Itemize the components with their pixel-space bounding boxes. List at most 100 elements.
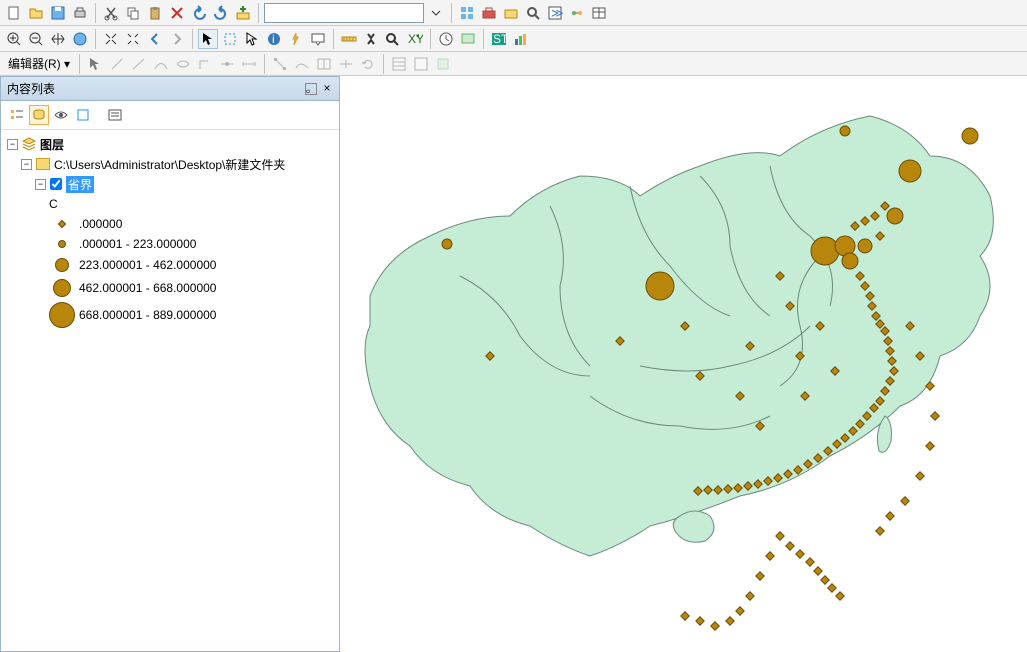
find-route-icon[interactable] — [383, 29, 403, 49]
end-point-arc-icon[interactable] — [151, 54, 171, 74]
sketch-properties-icon[interactable] — [411, 54, 431, 74]
create-features-icon[interactable] — [433, 54, 453, 74]
circle-symbol-icon — [58, 240, 66, 248]
fixed-zoom-out-icon[interactable] — [123, 29, 143, 49]
expander-icon[interactable]: − — [21, 159, 32, 170]
editor-menu[interactable]: 编辑器(R) ▾ — [4, 55, 74, 72]
tree-folder[interactable]: − C:\Users\Administrator\Desktop\新建文件夹 — [7, 154, 333, 174]
straight-segment-icon[interactable] — [129, 54, 149, 74]
circle-symbol-icon — [53, 279, 71, 297]
map-canvas[interactable] — [340, 76, 1027, 652]
field-label: C — [49, 197, 58, 211]
scale-dropdown-arrow-icon[interactable] — [426, 3, 446, 23]
folder-icon — [36, 158, 50, 170]
expander-icon[interactable]: − — [35, 179, 46, 190]
legend-item: 462.000001 - 668.000000 — [7, 276, 333, 300]
reshape-icon[interactable] — [292, 54, 312, 74]
layers-icon — [22, 137, 36, 151]
fixed-zoom-in-icon[interactable] — [101, 29, 121, 49]
measure-icon[interactable] — [339, 29, 359, 49]
attributes-icon[interactable] — [389, 54, 409, 74]
cut-icon[interactable] — [101, 3, 121, 23]
zoom-in-icon[interactable] — [4, 29, 24, 49]
create-viewer-icon[interactable] — [458, 29, 478, 49]
trace-icon[interactable] — [173, 54, 193, 74]
layer-tree: − 图层 − C:\Users\Administrator\Desktop\新建… — [1, 130, 339, 334]
save-icon[interactable] — [48, 3, 68, 23]
redo-icon[interactable] — [211, 3, 231, 23]
rotate-icon[interactable] — [358, 54, 378, 74]
cut-polygons-icon[interactable] — [314, 54, 334, 74]
toc-title-text: 内容列表 — [7, 80, 55, 97]
midpoint-icon[interactable] — [217, 54, 237, 74]
python-icon[interactable]: ≫ — [545, 3, 565, 23]
full-extent-icon[interactable] — [70, 29, 90, 49]
diamond-symbol-icon — [58, 220, 66, 228]
split-icon[interactable] — [336, 54, 356, 74]
next-extent-icon[interactable] — [167, 29, 187, 49]
toolbox-icon[interactable] — [479, 3, 499, 23]
map-view[interactable] — [340, 76, 1027, 652]
list-by-drawing-order-icon[interactable] — [7, 105, 27, 125]
edit-vertices-icon[interactable] — [270, 54, 290, 74]
layer-visibility-checkbox[interactable] — [50, 178, 62, 190]
distance-icon[interactable] — [239, 54, 259, 74]
legend-label: 668.000001 - 889.000000 — [79, 308, 216, 322]
time-slider-icon[interactable] — [436, 29, 456, 49]
toc-titlebar: 内容列表 ▫ × — [1, 77, 339, 101]
toc-panel: 内容列表 ▫ × − 图层 − C:\Users\Administrato — [0, 76, 340, 652]
open-icon[interactable] — [26, 3, 46, 23]
undo-icon[interactable] — [189, 3, 209, 23]
tree-root[interactable]: − 图层 — [7, 134, 333, 154]
folder-path: C:\Users\Administrator\Desktop\新建文件夹 — [54, 156, 285, 173]
svg-text:ST: ST — [493, 32, 507, 46]
copy-icon[interactable] — [123, 3, 143, 23]
select-elements-icon[interactable] — [242, 29, 262, 49]
root-label: 图层 — [40, 136, 64, 153]
html-popup-icon[interactable] — [308, 29, 328, 49]
search-icon[interactable] — [523, 3, 543, 23]
legend-item: 668.000001 - 889.000000 — [7, 300, 333, 330]
legend-label: 223.000001 - 462.000000 — [79, 258, 216, 272]
delete-icon[interactable] — [167, 3, 187, 23]
legend-item: .000000 — [7, 214, 333, 234]
pin-icon[interactable]: ▫ — [305, 83, 317, 95]
svg-text:XY: XY — [408, 32, 423, 46]
add-data-icon[interactable] — [233, 3, 253, 23]
scale-dropdown[interactable] — [264, 3, 424, 23]
list-by-visibility-icon[interactable] — [51, 105, 71, 125]
edit-annotation-icon[interactable] — [107, 54, 127, 74]
paste-icon[interactable] — [145, 3, 165, 23]
table-icon[interactable] — [589, 3, 609, 23]
print-icon[interactable] — [70, 3, 90, 23]
prev-extent-icon[interactable] — [145, 29, 165, 49]
right-angle-icon[interactable] — [195, 54, 215, 74]
catalog-icon[interactable] — [501, 3, 521, 23]
editor-toolbar-icon[interactable] — [457, 3, 477, 23]
tree-layer[interactable]: − 省界 — [7, 174, 333, 194]
layer-name[interactable]: 省界 — [66, 176, 94, 193]
main-toolbar: ≫ — [0, 0, 1027, 26]
pan-icon[interactable] — [48, 29, 68, 49]
go-to-xy-icon[interactable]: XY — [405, 29, 425, 49]
zoom-out-icon[interactable] — [26, 29, 46, 49]
options-icon[interactable] — [105, 105, 125, 125]
circle-symbol-icon — [55, 258, 69, 272]
list-by-source-icon[interactable] — [29, 105, 49, 125]
chart-icon[interactable] — [511, 29, 531, 49]
edit-tool-icon[interactable] — [85, 54, 105, 74]
identify-icon[interactable]: i — [264, 29, 284, 49]
expander-icon[interactable]: − — [7, 139, 18, 150]
close-panel-icon[interactable]: × — [321, 83, 333, 95]
select-features-icon[interactable] — [198, 29, 218, 49]
find-icon[interactable] — [361, 29, 381, 49]
legend-label: .000000 — [79, 217, 122, 231]
toc-view-buttons — [1, 101, 339, 130]
model-icon[interactable] — [567, 3, 587, 23]
new-icon[interactable] — [4, 3, 24, 23]
hyperlink-icon[interactable] — [286, 29, 306, 49]
circle-symbol-icon — [49, 302, 75, 328]
st-icon[interactable]: ST — [489, 29, 509, 49]
list-by-selection-icon[interactable] — [73, 105, 93, 125]
clear-selection-icon[interactable] — [220, 29, 240, 49]
